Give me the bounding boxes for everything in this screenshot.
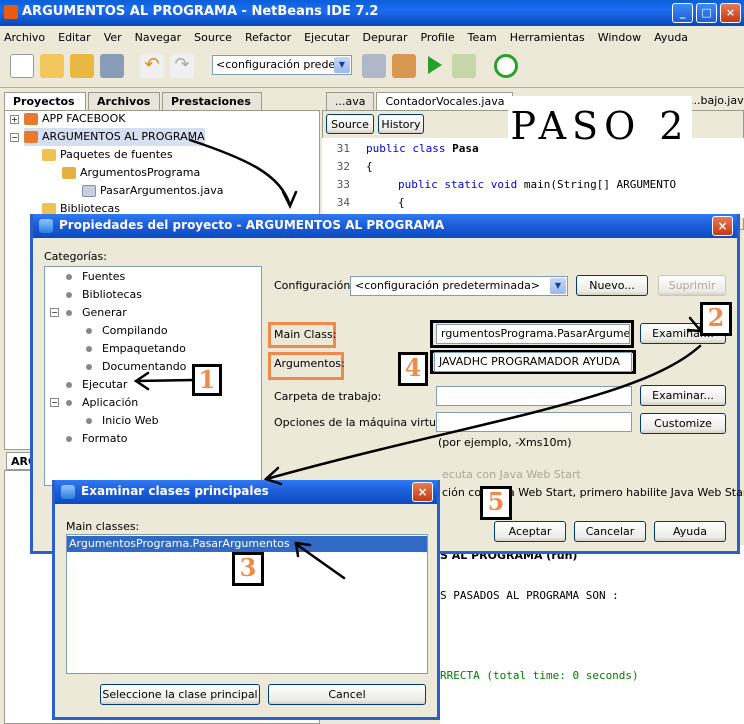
marker-2: 2 (700, 302, 732, 336)
marker-5: 5 (480, 486, 512, 520)
arrow-to-browse-dialog (268, 344, 702, 480)
annotation-arrows (133, 138, 704, 580)
marker-1: 1 (192, 364, 222, 396)
arrow-marker-3 (294, 542, 346, 580)
marker-4: 4 (398, 352, 428, 386)
arrow-to-dialog (188, 138, 292, 207)
arrow-head (281, 190, 298, 209)
arrow-marker-1 (134, 378, 196, 383)
marker-3: 3 (232, 552, 264, 586)
arrow-marker-2 (688, 316, 702, 332)
